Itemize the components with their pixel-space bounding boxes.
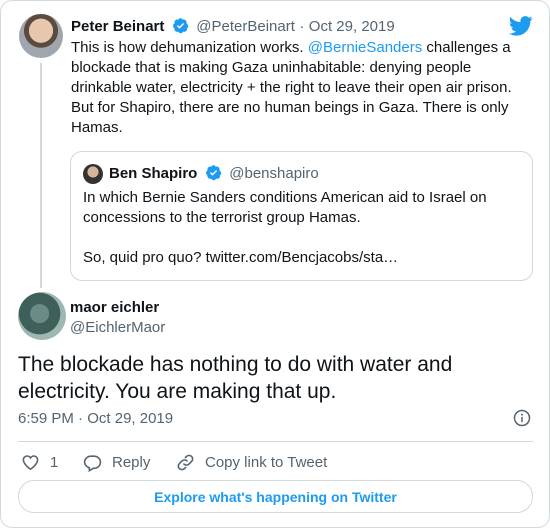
reply-button[interactable]: Reply [83,452,150,472]
like-button[interactable]: 1 [21,452,58,472]
quoted-text-line1: In which Bernie Sanders conditions Ameri… [83,189,487,226]
original-author-name[interactable]: Peter Beinart [71,18,164,35]
copy-link-button[interactable]: Copy link to Tweet [176,452,327,472]
thread-connector-line [40,63,42,288]
timestamp-separator: · [78,410,84,427]
quoted-text-line2: So, quid pro quo? twitter.com/Bencjacobs… [83,249,399,266]
maor-eichler-avatar[interactable] [18,292,66,340]
original-tweet-header: Peter Beinart @PeterBeinart · Oct 29, 20… [71,17,395,36]
quoted-tweet-text: In which Bernie Sanders conditions Ameri… [83,188,513,268]
original-tweet-text: This is how dehumanization works. @Berni… [71,38,521,138]
peter-beinart-avatar[interactable] [19,14,63,58]
verified-badge-icon [172,18,189,34]
reply-timestamp[interactable]: 6:59 PM · Oct 29, 2019 [18,410,173,427]
embedded-tweet-card: Peter Beinart @PeterBeinart · Oct 29, 20… [0,0,550,528]
reply-time[interactable]: 6:59 PM [18,410,74,427]
reply-author-name[interactable]: maor eichler [70,299,159,316]
header-separator: · [299,18,305,35]
link-icon [177,454,194,470]
original-author-handle[interactable]: @PeterBeinart [196,18,295,35]
verified-badge-icon [205,165,222,181]
reply-author-handle[interactable]: @EichlerMaor [70,319,165,336]
quoted-tweet[interactable]: Ben Shapiro @benshapiro In which Bernie … [70,151,533,281]
reply-label: Reply [112,453,151,471]
original-tweet-date[interactable]: Oct 29, 2019 [309,18,395,35]
reply-bubble-icon [83,454,102,472]
explore-twitter-button[interactable]: Explore what's happening on Twitter [18,480,533,513]
like-count: 1 [50,453,59,471]
info-icon[interactable] [513,409,531,427]
quoted-tweet-header: Ben Shapiro @benshapiro [109,164,319,183]
twitter-bird-icon[interactable] [509,16,533,36]
reply-date[interactable]: Oct 29, 2019 [87,410,173,427]
original-text-start: This is how dehumanization works. [71,39,308,56]
actions-divider [18,441,533,442]
copy-link-label: Copy link to Tweet [205,453,328,471]
quoted-author-name: Ben Shapiro [109,165,198,182]
quoted-author-handle: @benshapiro [229,165,319,182]
heart-icon [22,454,39,470]
reply-tweet-text: The blockade has nothing to do with wate… [18,353,453,403]
ben-shapiro-avatar [83,164,103,184]
mention-link[interactable]: @BernieSanders [308,39,422,56]
